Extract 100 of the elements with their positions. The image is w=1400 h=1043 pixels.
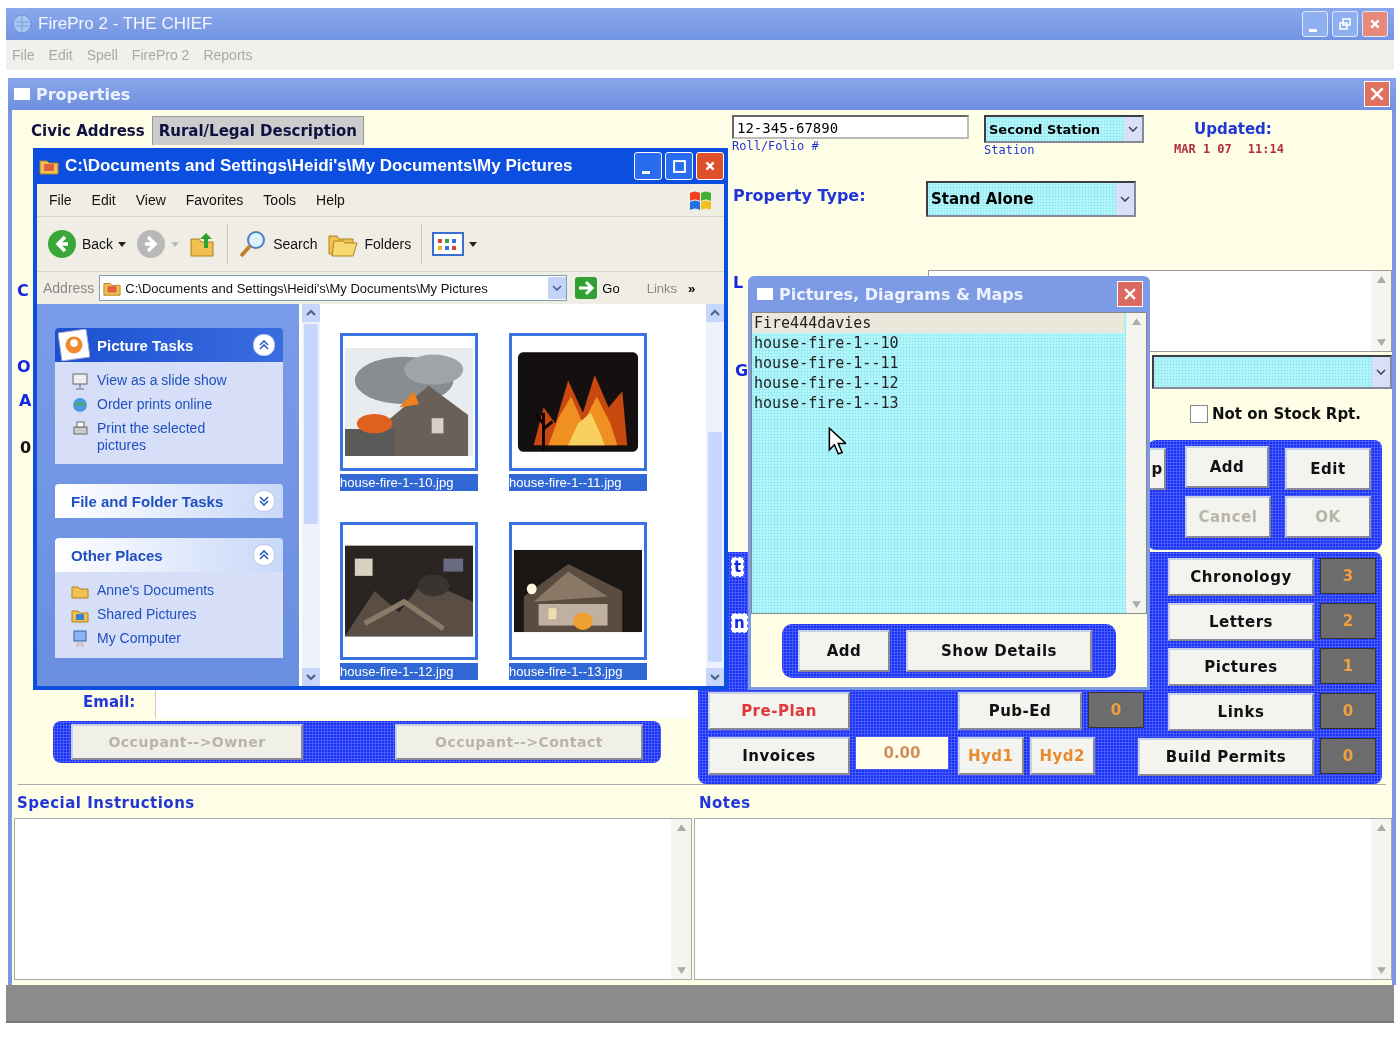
search-button[interactable]: Search [238,229,318,259]
scroll-down-icon[interactable] [302,668,320,686]
scroll-down-icon[interactable] [706,668,724,686]
menu-item[interactable]: Tools [263,192,297,208]
panel-title: Other Places [71,546,163,564]
task-link[interactable]: View as a slide show [97,372,227,389]
close-button[interactable] [1362,11,1388,37]
menu-item[interactable]: Favorites [185,192,244,208]
roll-folio-field[interactable]: 12-345-67890 [732,115,969,139]
minimize-icon [642,170,650,174]
tab[interactable]: Rural/Legal Description [151,116,365,145]
updated-date: MAR 1 07 [1174,142,1232,156]
property-type-dropdown[interactable]: Stand Alone [926,181,1136,217]
scroll-up-icon[interactable] [676,824,686,831]
more-chevron[interactable]: » [688,280,696,296]
partial-button[interactable]: n [731,613,748,633]
task-link[interactable]: My Computer [97,630,227,647]
minimize-button[interactable] [1302,11,1328,37]
file-name[interactable]: house-fire-1--13.jpg [509,663,647,680]
back-button[interactable]: Back [47,229,127,259]
file-name[interactable]: house-fire-1--12.jpg [340,663,478,680]
thumbnail[interactable] [340,522,478,660]
list-item[interactable]: house-fire-1--11 [752,353,1124,373]
views-icon [432,232,465,256]
form-button[interactable]: Invoices [708,737,850,775]
form-button[interactable]: Add [1185,446,1269,488]
list-item[interactable]: house-fire-1--12 [752,373,1124,393]
form-button[interactable]: Pictures [1168,648,1314,686]
maximize-icon [672,159,686,173]
scrollbar[interactable] [706,304,724,686]
task-link[interactable]: Anne's Documents [97,582,227,599]
expand-icon[interactable] [253,490,275,512]
form-button[interactable]: Links [1168,693,1314,731]
partial-button[interactable]: t [731,557,745,577]
file-name[interactable]: house-fire-1--10.jpg [340,474,478,491]
globe-icon [71,396,89,414]
caret-icon [469,241,478,247]
menu-item[interactable]: Help [316,192,345,208]
scrollbar[interactable] [1371,271,1391,351]
field-label: O [17,357,31,376]
station-dropdown[interactable]: Second Station [984,115,1144,143]
menu-item[interactable]: File [49,192,72,208]
maximize-button[interactable] [665,152,693,180]
printer-icon [71,420,89,438]
slideshow-icon [71,372,89,390]
mouse-pointer-icon [828,427,846,455]
scrollbar[interactable] [302,304,320,686]
field-label: C [17,281,29,300]
scroll-up-icon[interactable] [302,304,320,322]
form-button[interactable]: Pre-Plan [708,692,850,730]
scroll-up-icon[interactable] [1131,318,1141,325]
task-link[interactable]: Order prints online [97,396,227,413]
scroll-down-icon[interactable] [1376,967,1386,974]
list-item[interactable]: house-fire-1--13 [752,393,1124,413]
address-label: Address [43,280,95,296]
file-name[interactable]: house-fire-1--11.jpg [509,474,647,491]
views-button[interactable] [432,232,478,256]
count-badge: 1 [1320,648,1376,684]
collapse-icon[interactable] [253,544,275,566]
menu-item[interactable]: Edit [91,192,116,208]
thumbnail[interactable] [509,522,647,660]
restore-button[interactable] [1332,11,1358,37]
minimize-icon [1309,28,1317,32]
email-field[interactable] [155,688,691,718]
checkbox-label: Not on Stock Rpt. [1212,405,1361,423]
task-link[interactable]: Shared Pictures [97,606,227,623]
form-button[interactable]: Pub-Ed [958,692,1082,730]
form-button[interactable]: Edit [1285,448,1371,490]
list-item[interactable]: house-fire-1--10 [752,333,1124,353]
window-title: Properties [36,84,131,104]
scroll-up-icon[interactable] [706,304,724,322]
forward-button[interactable] [136,229,180,259]
menu-item[interactable]: View [135,192,166,208]
scrollbar[interactable] [671,819,691,979]
task-panel-header[interactable]: Picture Tasks [55,328,283,362]
thumbnail[interactable] [340,333,478,471]
scrollbar[interactable] [1126,313,1146,613]
thumbnail[interactable] [509,333,647,471]
collapse-icon[interactable] [253,334,275,356]
task-panel-header[interactable]: Other Places [55,538,283,572]
form-button[interactable]: Build Permits [1138,738,1314,776]
address-field[interactable]: C:\Documents and Settings\Heidi's\My Documents\My Pictures [99,275,568,301]
scroll-up-icon[interactable] [1376,276,1386,283]
scroll-down-icon[interactable] [1376,339,1386,346]
list-item[interactable]: Fire444davies [752,313,1124,333]
scroll-down-icon[interactable] [1131,601,1141,608]
task-link[interactable]: Print the selected pictures [97,420,227,454]
task-panel-header[interactable]: File and Folder Tasks [55,484,283,518]
dropdown[interactable] [1152,355,1392,389]
form-button[interactable]: Chronology [1168,558,1314,596]
scroll-down-icon[interactable] [676,967,686,974]
form-button[interactable]: Show Details [906,630,1092,672]
go-arrow-icon [575,277,598,299]
form-button[interactable]: Letters [1168,603,1314,641]
form-button[interactable]: Add [798,630,890,672]
checkbox[interactable] [1190,405,1208,423]
scroll-up-icon[interactable] [1376,824,1386,831]
scrollbar[interactable] [1371,819,1391,979]
go-button[interactable]: Go [575,277,620,299]
folders-button[interactable]: Folders [327,230,412,258]
